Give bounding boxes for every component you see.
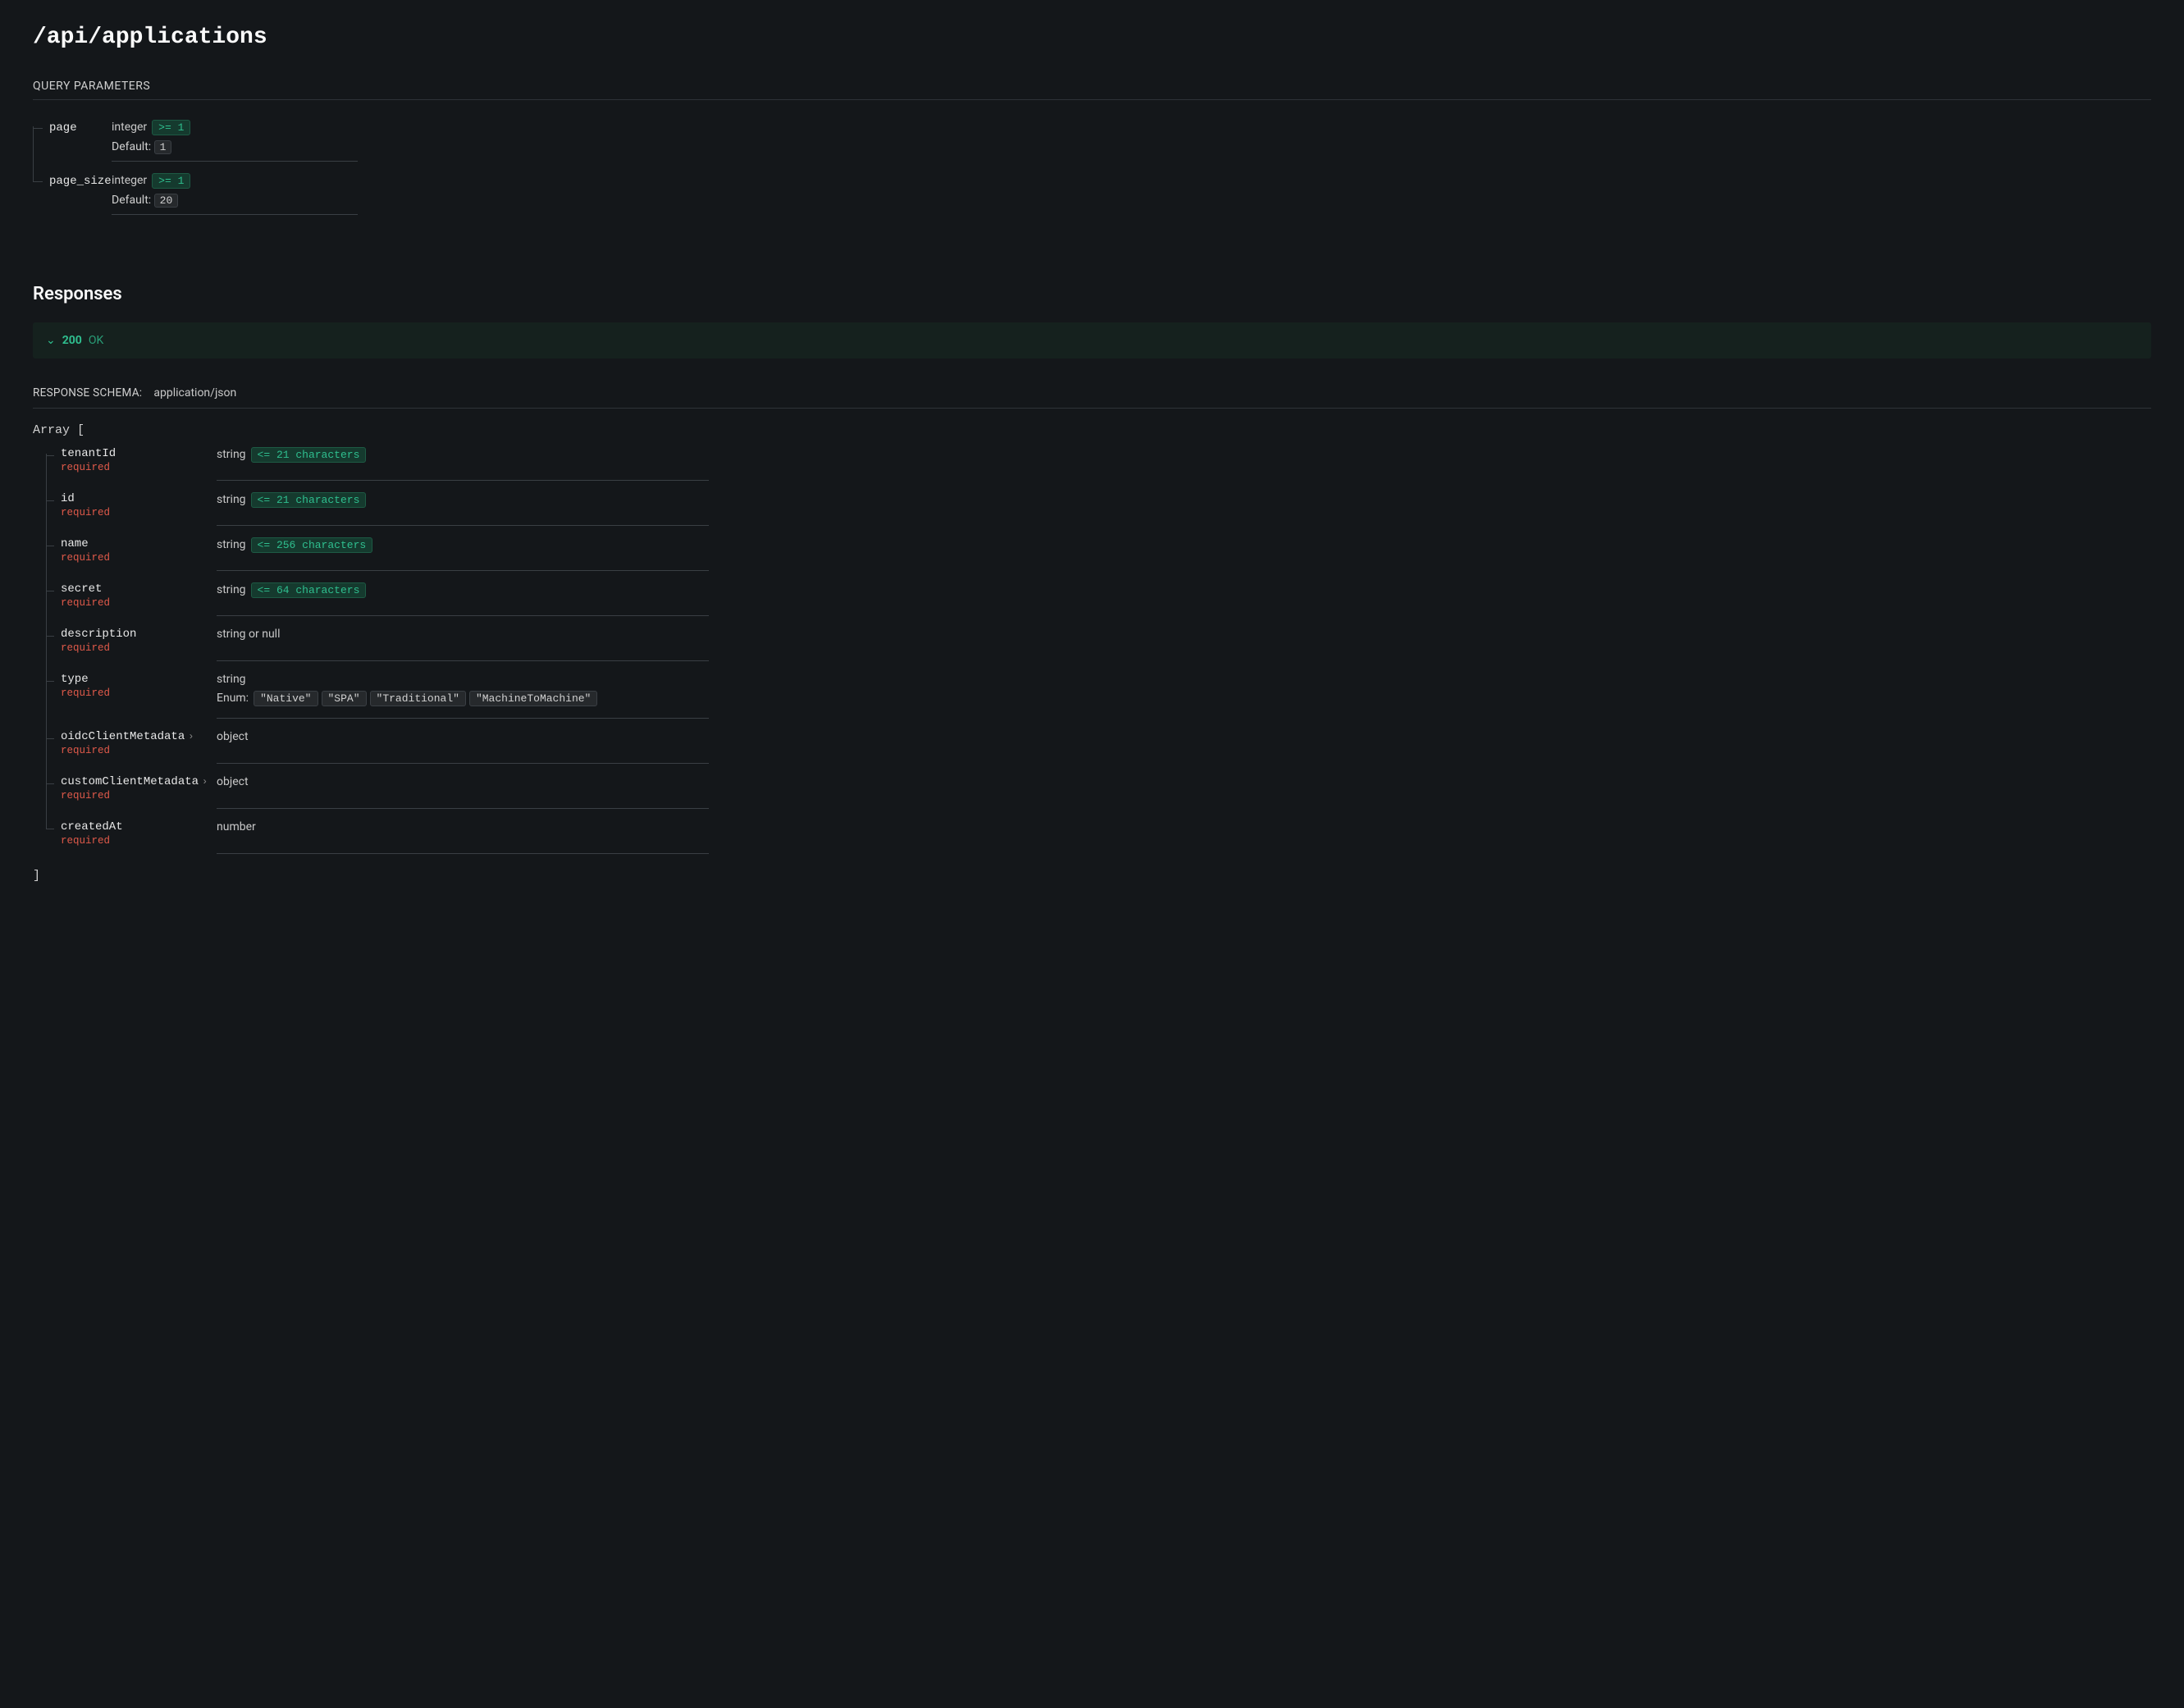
param-description: integer >= 1 Default: 20 xyxy=(112,173,358,226)
response-200-row[interactable]: ⌄ 200 OK xyxy=(33,322,2151,358)
field-type: string xyxy=(217,583,246,596)
endpoint-title: /api/applications xyxy=(33,25,2151,50)
required-label: required xyxy=(61,745,217,756)
chevron-right-icon: › xyxy=(188,731,194,742)
param-name: page_size xyxy=(49,173,112,188)
schema-field-row: descriptionrequiredstring or null xyxy=(46,628,2151,654)
field-type: string or null xyxy=(217,628,280,641)
enum-value: "Native" xyxy=(254,691,318,706)
schema-field-row: createdAt requirednumber xyxy=(46,820,2151,847)
query-parameters-label: QUERY PARAMETERS xyxy=(33,80,2151,100)
required-label: required xyxy=(61,462,217,473)
schema-field-row: tenantId requiredstring <= 21 characters xyxy=(46,447,2151,473)
field-type: object xyxy=(217,775,249,788)
array-close-bracket: ] xyxy=(33,869,2151,883)
param-default-value: 20 xyxy=(154,194,179,208)
enum-label: Enum: xyxy=(217,692,249,705)
required-label: required xyxy=(61,552,217,564)
field-type: string xyxy=(217,493,246,506)
param-constraint: >= 1 xyxy=(152,173,190,189)
param-default-label: Default: xyxy=(112,140,154,153)
field-name: createdAt xyxy=(61,820,217,833)
param-default-value: 1 xyxy=(154,140,172,154)
chevron-right-icon: › xyxy=(202,776,208,788)
field-name: tenantId xyxy=(61,447,217,460)
param-type: integer xyxy=(112,174,147,187)
response-status: OK xyxy=(89,334,103,347)
required-label: required xyxy=(61,687,217,699)
field-name: type xyxy=(61,673,217,686)
responses-heading: Responses xyxy=(33,284,2151,304)
field-constraint: <= 21 characters xyxy=(251,447,367,463)
field-type: object xyxy=(217,730,249,743)
required-label: required xyxy=(61,642,217,654)
field-type: string xyxy=(217,673,246,686)
schema-field-row: id requiredstring <= 21 characters xyxy=(46,492,2151,518)
query-param-row: page_sizeinteger >= 1 Default: 20 xyxy=(33,173,2151,226)
schema-field-row[interactable]: customClientMetadata› requiredobject xyxy=(46,775,2151,801)
response-content-type: application/json xyxy=(153,386,236,400)
array-open-bracket: Array [ xyxy=(33,423,2151,437)
field-name: name xyxy=(61,537,217,550)
query-params-tree: pageinteger>= 1Default: 1page_sizeintege… xyxy=(33,120,2151,226)
enum-value: "MachineToMachine" xyxy=(469,691,597,706)
enum-value: "Traditional" xyxy=(370,691,466,706)
param-type: integer xyxy=(112,121,147,134)
required-label: required xyxy=(61,835,217,847)
field-name: secret xyxy=(61,582,217,596)
field-name: description xyxy=(61,628,217,641)
field-constraint: <= 256 characters xyxy=(251,537,373,553)
response-schema-label: RESPONSE SCHEMA: xyxy=(33,386,142,400)
param-description: integer >= 1 Default: 1 xyxy=(112,120,358,173)
required-label: required xyxy=(61,507,217,518)
chevron-down-icon: ⌄ xyxy=(46,334,56,347)
schema-tree: tenantIdrequiredstring<= 21 charactersid… xyxy=(46,447,2151,854)
field-name: oidcClientMetadata› xyxy=(61,730,217,743)
param-default-label: Default: xyxy=(112,194,154,207)
response-code: 200 xyxy=(62,334,82,347)
required-label: required xyxy=(61,790,217,801)
required-label: required xyxy=(61,597,217,609)
schema-field-row: name requiredstring <= 256 characters xyxy=(46,537,2151,564)
schema-field-row: typerequiredstring Enum: "Native" "SPA""Tra… xyxy=(46,673,2151,711)
field-type: string xyxy=(217,538,246,551)
field-name: id xyxy=(61,492,217,505)
field-type: string xyxy=(217,448,246,461)
schema-field-row[interactable]: oidcClientMetadata› requiredobject xyxy=(46,730,2151,756)
schema-field-row: secretrequiredstring <= 64 characters xyxy=(46,582,2151,609)
param-constraint: >= 1 xyxy=(152,120,190,135)
field-type: number xyxy=(217,820,256,833)
response-schema-header: RESPONSE SCHEMA: application/json xyxy=(33,386,2151,409)
field-constraint: <= 21 characters xyxy=(251,492,367,508)
query-param-row: pageinteger >= 1 Default: 1 xyxy=(33,120,2151,173)
field-constraint: <= 64 characters xyxy=(251,582,367,598)
param-name: page xyxy=(49,120,112,135)
enum-value: "SPA" xyxy=(322,691,367,706)
field-name: customClientMetadata› xyxy=(61,775,217,788)
